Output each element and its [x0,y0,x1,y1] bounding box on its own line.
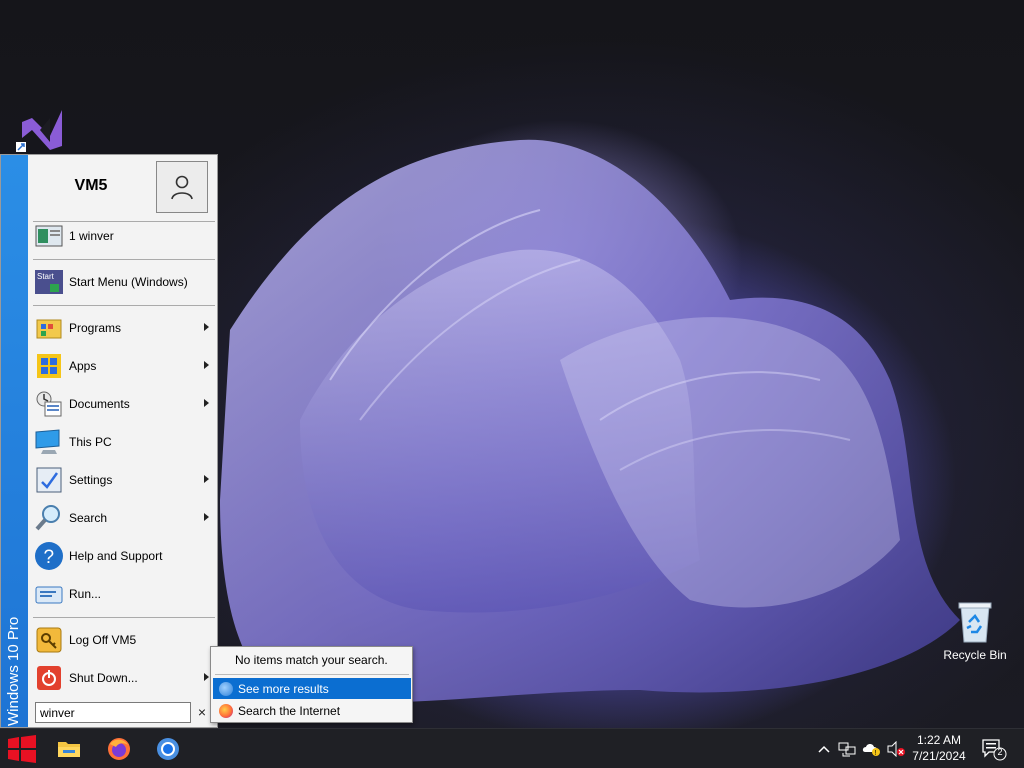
menu-item-label: Start Menu (Windows) [69,275,188,289]
submenu-arrow-icon [204,399,209,407]
taskbar-firefox[interactable] [102,733,136,765]
menu-item-start-menu-windows[interactable]: Start Start Menu (Windows) [29,264,217,300]
menu-item-label: Settings [69,473,113,487]
visual-studio-icon[interactable] [14,106,66,154]
svg-text:?: ? [44,547,55,568]
documents-icon [36,391,62,417]
menu-item-label: Apps [69,359,97,373]
menu-item-label: Shut Down... [69,671,138,685]
chrome-icon [157,738,179,760]
menu-item-help-support[interactable]: ? Help and Support [29,538,217,574]
search-globe-icon [219,681,233,696]
submenu-arrow-icon [204,323,209,331]
svg-text:!: ! [875,750,877,757]
search-internet-label: Search the Internet [238,703,341,718]
menu-item-label: Search [69,511,108,525]
apps-icon [37,354,61,378]
clock-time: 1:22 AM [916,733,962,747]
this-pc-icon [35,429,60,454]
menu-item-log-off[interactable]: Log Off VM5 [29,622,217,658]
menu-item-run[interactable]: Run... [29,576,217,612]
taskbar-file-explorer[interactable] [52,733,86,765]
menu-item-label: Programs [69,321,122,335]
recycle-bin-icon [955,600,995,644]
menu-item-label: Run... [69,587,102,601]
menu-separator [33,617,215,618]
submenu-arrow-icon [204,513,209,521]
firefox-small-icon [219,703,233,718]
menu-item-label: Documents [69,397,130,411]
results-separator [215,674,409,675]
menu-item-label: Log Off VM5 [69,633,137,647]
winver-icon [35,225,63,247]
menu-item-settings[interactable]: Settings [29,462,217,498]
shutdown-icon [37,666,61,690]
programs-icon [36,319,62,339]
search-results-popup: No items match your search. See more res… [210,646,413,723]
menu-item-label: This PC [69,435,112,449]
see-more-results-label: See more results [238,681,329,696]
user-avatar-icon[interactable] [156,161,208,213]
start-search-input[interactable] [35,702,191,723]
settings-icon [36,467,62,493]
start-menu-side-text: Windows 10 Pro [5,616,22,726]
submenu-arrow-icon [204,673,209,681]
user-name: VM5 [74,177,108,194]
menu-item-apps[interactable]: Apps [29,348,217,384]
help-icon: ? [35,542,63,570]
taskbar: ! 1:22 AM 7/21/2024 2 [0,728,1024,768]
start-button[interactable] [0,729,44,768]
volume-muted-icon[interactable] [886,739,906,759]
menu-item-this-pc[interactable]: This PC [29,424,217,460]
recycle-bin[interactable]: Recycle Bin [940,600,1010,662]
notification-count: 2 [997,747,1003,757]
submenu-arrow-icon [204,475,209,483]
firefox-icon [108,738,130,760]
onedrive-warning-icon[interactable]: ! [862,739,882,759]
search-clear-icon[interactable]: × [195,704,209,720]
menu-item-label: 1 winver [69,229,114,243]
no-results-text: No items match your search. [235,653,388,667]
windows-logo-icon [8,735,36,763]
menu-item-winver[interactable]: 1 winver [29,218,217,254]
taskbar-clock[interactable]: 1:22 AM 7/21/2024 [905,732,973,764]
run-icon [35,586,63,604]
search-internet-item[interactable]: Search the Internet [213,700,411,721]
menu-item-shut-down[interactable]: Shut Down... [29,660,217,696]
start-menu: Windows 10 Pro VM5 1 winver Start Start … [0,154,218,728]
start-menu-icon: Start [35,270,63,294]
svg-text:Start: Start [37,272,55,281]
user-block: VM5 [29,155,217,221]
notification-center-button[interactable]: 2 [980,737,1008,761]
logoff-icon [36,627,62,653]
menu-separator [33,259,215,260]
menu-separator [33,305,215,306]
search-icon [35,505,60,531]
menu-item-documents[interactable]: Documents [29,386,217,422]
taskbar-chrome[interactable] [151,733,185,765]
file-explorer-icon [58,742,80,757]
tray-overflow-chevron-icon[interactable] [814,739,834,759]
submenu-arrow-icon [204,361,209,369]
see-more-results-item[interactable]: See more results [213,678,411,699]
menu-item-search[interactable]: Search [29,500,217,536]
network-icon[interactable] [837,739,857,759]
menu-item-programs[interactable]: Programs [29,310,217,346]
menu-item-label: Help and Support [69,549,163,563]
recycle-bin-label: Recycle Bin [943,648,1007,662]
start-menu-side-bar: Windows 10 Pro [1,155,28,727]
clock-date: 7/21/2024 [912,749,966,763]
